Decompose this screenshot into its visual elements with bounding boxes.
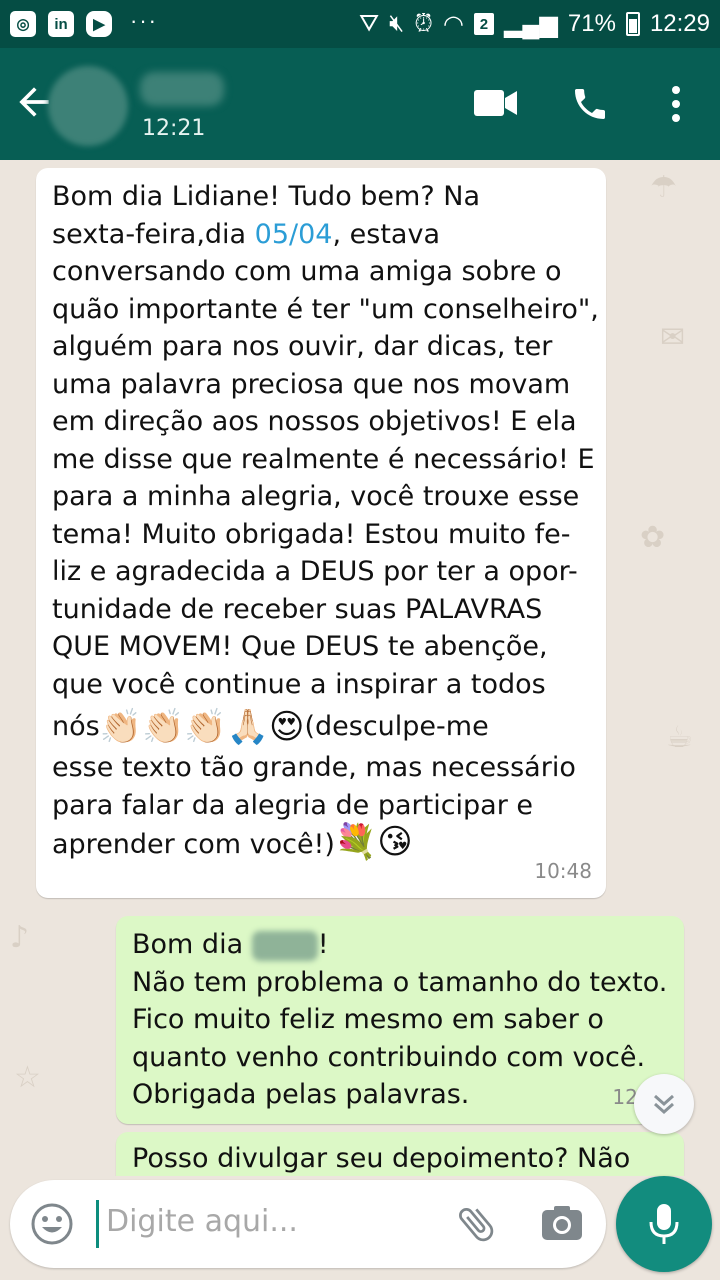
message-text: Posso divulgar seu depoimento? Não — [132, 1143, 631, 1174]
message-body: Bom dia ! Não tem problema o tamanho do … — [132, 926, 672, 1114]
message-text: , estava conversando com uma amiga sobre… — [52, 218, 599, 700]
message-composer: Digite aqui... — [10, 1180, 606, 1268]
outgoing-message-partial[interactable]: Posso divulgar seu depoimento? Não — [116, 1132, 684, 1176]
bouquet-kiss-emoji: 💐😘 — [334, 822, 413, 862]
attach-icon[interactable] — [454, 1202, 498, 1246]
mic-icon — [649, 1204, 679, 1244]
scroll-to-bottom-button[interactable] — [634, 1074, 694, 1134]
redacted-name — [251, 930, 318, 961]
wallpaper-doodle: ☆ — [14, 1060, 41, 1095]
clapping-pray-heart-eyes-emoji: 👏🏻👏🏻👏🏻🙏🏻😍 — [99, 706, 305, 747]
phone-icon[interactable] — [570, 84, 610, 124]
double-chevron-down-icon — [654, 1094, 674, 1115]
chat-header: 12:21 — [0, 48, 720, 160]
more-vert-icon[interactable] — [664, 84, 688, 124]
date-link[interactable]: 05/04 — [255, 219, 333, 250]
video-call-icon[interactable] — [474, 88, 518, 118]
greeting-punctuation: ! — [317, 929, 329, 960]
message-text: (desculpe-me — [304, 711, 489, 743]
wallpaper-doodle: ☕ — [666, 720, 693, 755]
message-text: nós — [52, 711, 100, 743]
emoji-icon[interactable] — [30, 1202, 74, 1246]
camera-icon[interactable] — [540, 1202, 584, 1246]
message-text: Não tem problema o tamanho do texto. Fic… — [132, 966, 668, 1111]
instagram-icon: ◎ — [10, 11, 36, 37]
wifi-icon: ◠ — [443, 10, 464, 38]
signal-icon: ▂▄▆ — [503, 10, 558, 38]
clock: 12:29 — [649, 10, 710, 37]
mic-button[interactable] — [616, 1176, 712, 1272]
text-cursor — [96, 1200, 99, 1248]
wallpaper-doodle: ☂ — [650, 170, 677, 205]
battery-icon — [625, 12, 640, 36]
status-bar: ◎ in ▶ ··· ⛛ 🔇︎ ⏰︎ ◠ 2 ▂▄▆ 71% 12:29 — [0, 0, 720, 48]
linkedin-icon: in — [48, 11, 74, 37]
youtube-icon: ▶ — [86, 11, 112, 37]
sim-badge: 2 — [473, 13, 494, 35]
alarm-icon: ⏰︎ — [414, 10, 434, 37]
mute-icon: 🔇︎ — [389, 10, 405, 37]
battery-percent: 71% — [567, 10, 616, 37]
message-list[interactable]: ☂ ✉ ✿ ☕ ♪ ☆ Bom dia Lidiane! Tudo bem? N… — [0, 160, 720, 1176]
greeting-text: Bom dia — [132, 929, 244, 960]
wallpaper-doodle: ♪ — [10, 920, 30, 955]
message-body: Bom dia Lidiane! Tudo bem? Na sexta-feir… — [52, 178, 600, 864]
message-input[interactable]: Digite aqui... — [106, 1204, 298, 1239]
last-seen: 12:21 — [142, 116, 206, 141]
data-saver-icon: ⛛ — [358, 10, 380, 37]
message-text: esse texto tão grande, mas necessário pa… — [52, 752, 576, 860]
contact-avatar[interactable] — [48, 66, 128, 146]
contact-name-redacted[interactable] — [140, 72, 224, 106]
more-notifications-indicator: ··· — [130, 8, 158, 33]
incoming-message[interactable]: Bom dia Lidiane! Tudo bem? Na sexta-feir… — [36, 168, 606, 898]
wallpaper-doodle: ✿ — [640, 520, 666, 555]
outgoing-message[interactable]: Bom dia ! Não tem problema o tamanho do … — [116, 916, 684, 1124]
wallpaper-doodle: ✉ — [660, 320, 686, 355]
message-time: 10:48 — [534, 858, 592, 883]
